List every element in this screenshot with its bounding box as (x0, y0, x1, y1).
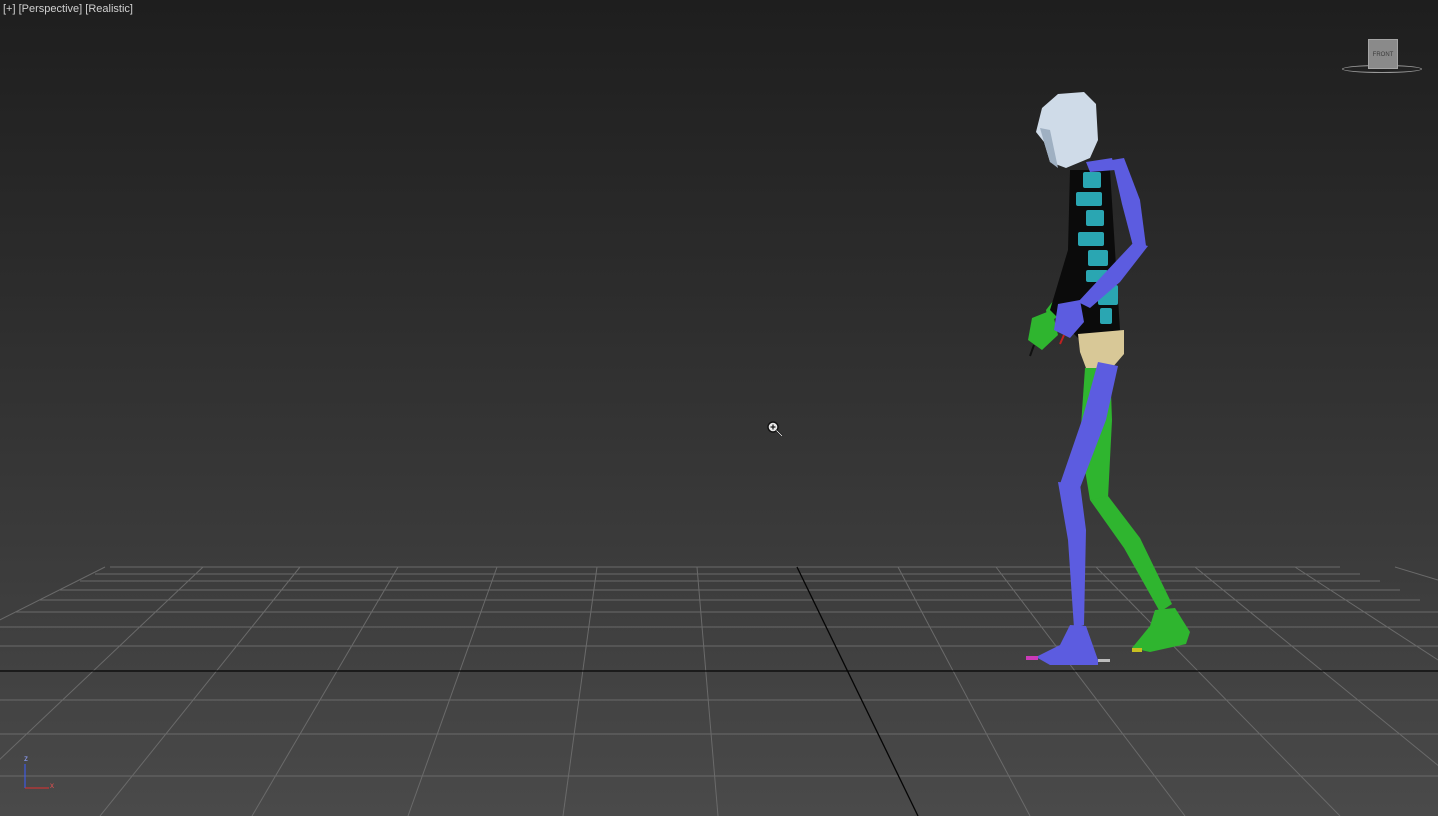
left-foot[interactable] (1132, 608, 1190, 652)
viewport-point-of-view-menu[interactable]: [Perspective] (19, 3, 83, 15)
viewport-label[interactable]: [+] [Perspective] [Realistic] (3, 3, 133, 15)
axis-tripod: z x (18, 754, 62, 794)
viewcube[interactable]: FRONT (1340, 36, 1424, 80)
right-clavicle[interactable] (1086, 158, 1115, 172)
viewport-shading-menu[interactable]: [Realistic] (85, 3, 133, 15)
left-calf[interactable] (1090, 496, 1172, 612)
pelvis[interactable] (1078, 330, 1124, 368)
viewport-general-menu[interactable]: [+] (3, 3, 16, 15)
right-calf[interactable] (1058, 482, 1086, 628)
right-foot[interactable] (1036, 625, 1098, 665)
zoom-cursor-icon (767, 421, 783, 437)
perspective-viewport[interactable]: [+] [Perspective] [Realistic] FRONT z x (0, 0, 1438, 816)
right-upper-arm[interactable] (1112, 158, 1146, 250)
axis-x-label: x (50, 781, 54, 790)
home-grid-axes (0, 566, 1438, 816)
viewcube-front-face[interactable]: FRONT (1368, 39, 1398, 69)
scene-canvas[interactable] (0, 0, 1438, 816)
axis-z-label: z (24, 754, 28, 763)
home-grid (0, 566, 1438, 816)
